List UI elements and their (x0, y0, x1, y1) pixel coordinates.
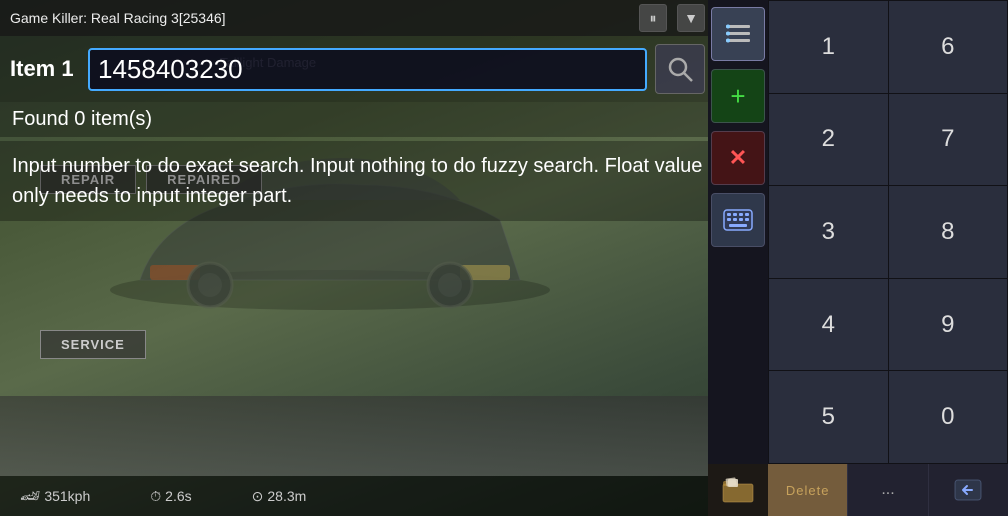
sidebar-top: + ✕ (708, 0, 1008, 464)
key-7[interactable]: 7 (889, 94, 1008, 186)
key-3[interactable]: 3 (769, 186, 888, 278)
back-icon (954, 479, 982, 501)
search-button[interactable] (655, 44, 705, 94)
distance-value: 28.3m (267, 488, 306, 504)
item-label: Item 1 (10, 56, 80, 82)
time-value: 2.6s (165, 488, 191, 504)
search-input-wrapper (88, 48, 647, 91)
more-options-button[interactable]: ... (847, 464, 927, 516)
sidebar-bottom-bar: D e l e t e ... (708, 464, 1008, 516)
key-5[interactable]: 5 (769, 371, 888, 463)
key-8[interactable]: 8 (889, 186, 1008, 278)
folder-button[interactable] (708, 464, 768, 516)
status-bar: 🏎 351kph ⏱ 2.6s ⊙ 28.3m (0, 476, 720, 516)
list-icon-button[interactable] (711, 7, 765, 61)
title-bar: Game Killer: Real Racing 3[25346] ⏸ ▼ (0, 0, 715, 36)
pause-button[interactable]: ⏸ (639, 4, 667, 32)
plus-icon: + (730, 81, 745, 112)
key-1[interactable]: 1 (769, 1, 888, 93)
icon-column: + ✕ (708, 0, 768, 464)
key-0[interactable]: 0 (889, 371, 1008, 463)
keyboard-button[interactable] (711, 193, 765, 247)
keyboard-icon (723, 209, 753, 231)
found-results: Found 0 item(s) (0, 102, 715, 137)
time-status: ⏱ 2.6s (150, 488, 191, 505)
speed-value: 351kph (44, 488, 90, 504)
speed-status: 🏎 351kph (20, 486, 90, 506)
key-2[interactable]: 2 (769, 94, 888, 186)
back-button[interactable] (928, 464, 1008, 516)
list-icon (724, 22, 752, 46)
search-icon (666, 55, 694, 83)
bottom-icon-row: D e l e t e ... (768, 464, 1008, 516)
cross-icon: ✕ (729, 145, 747, 171)
delete-button[interactable]: ✕ (711, 131, 765, 185)
numpad: 1 6 2 7 3 8 4 9 5 0 (768, 0, 1008, 464)
info-message: Input number to do exact search. Input n… (0, 141, 715, 221)
delete-key-area[interactable]: D e l e t e (768, 464, 847, 516)
key-6[interactable]: 6 (889, 1, 1008, 93)
right-sidebar: + ✕ (708, 0, 1008, 516)
ellipsis-icon: ... (881, 481, 894, 499)
overlay-panel: Game Killer: Real Racing 3[25346] ⏸ ▼ It… (0, 0, 715, 460)
key-4[interactable]: 4 (769, 279, 888, 371)
key-9[interactable]: 9 (889, 279, 1008, 371)
folder-icon (722, 476, 754, 504)
distance-status: ⊙ 28.3m (252, 488, 307, 505)
app-title: Game Killer: Real Racing 3[25346] (10, 10, 629, 26)
add-button[interactable]: + (711, 69, 765, 123)
menu-button[interactable]: ▼ (677, 4, 705, 32)
search-input[interactable] (90, 50, 645, 89)
search-row: Item 1 (0, 36, 715, 102)
